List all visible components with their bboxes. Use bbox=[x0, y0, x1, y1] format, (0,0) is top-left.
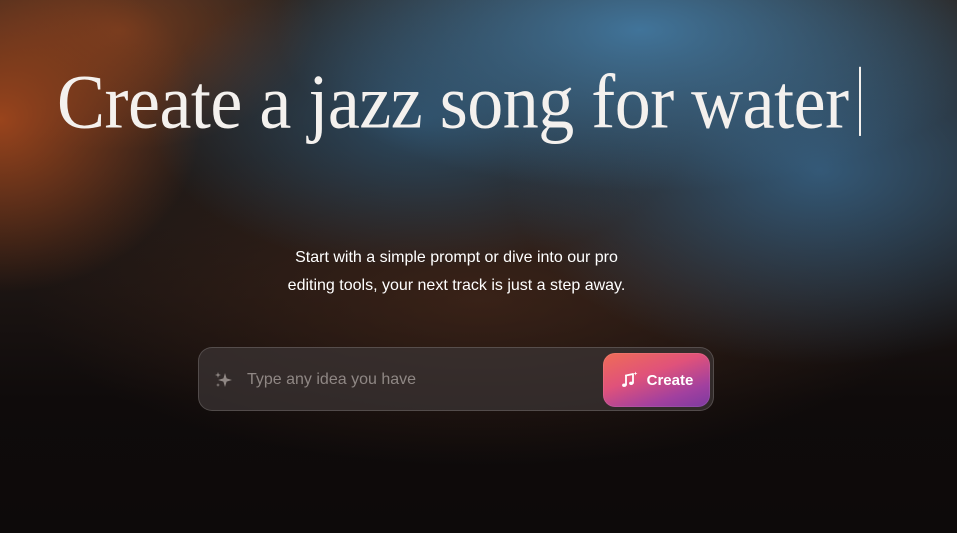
subtitle-line-1: Start with a simple prompt or dive into … bbox=[295, 249, 618, 266]
create-button-label: Create bbox=[646, 371, 694, 389]
music-note-sparkle-icon bbox=[621, 371, 638, 387]
hero-subtitle: Start with a simple prompt or dive into … bbox=[0, 244, 913, 300]
headline-text: Create a jazz song for water bbox=[57, 58, 849, 145]
prompt-input[interactable] bbox=[245, 360, 589, 400]
prompt-bar: Create bbox=[198, 347, 714, 411]
hero-headline: Create a jazz song for water bbox=[57, 56, 861, 147]
text-cursor bbox=[858, 66, 861, 136]
subtitle-line-2: editing tools, your next track is just a… bbox=[287, 277, 626, 294]
create-button[interactable]: Create bbox=[603, 353, 710, 407]
sparkle-icon bbox=[215, 372, 232, 387]
